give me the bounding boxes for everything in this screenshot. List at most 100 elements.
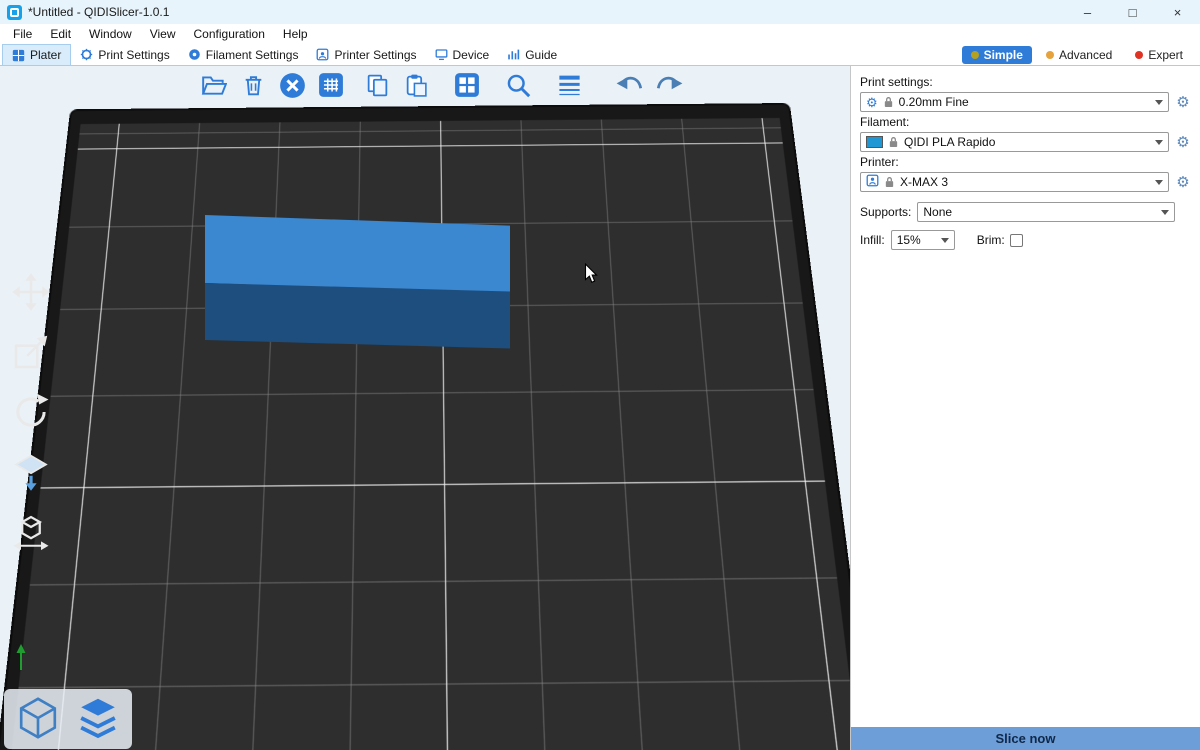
view-switcher [4, 689, 132, 749]
printer-edit-button[interactable]: ⚙ [1175, 175, 1191, 190]
move-tool[interactable] [10, 272, 52, 314]
copy-button[interactable] [361, 69, 393, 101]
scale-tool[interactable] [10, 332, 52, 374]
tab-plater[interactable]: Plater [2, 44, 71, 65]
tab-guide[interactable]: Guide [498, 44, 566, 65]
model-top-face [205, 215, 510, 294]
arrange-button[interactable] [315, 69, 347, 101]
layers-stack-icon [74, 694, 122, 745]
slice-now-button[interactable]: Slice now [851, 727, 1200, 750]
print-settings-combo[interactable]: ⚙ 0.20mm Fine [860, 92, 1169, 112]
supports-combo[interactable]: None [917, 202, 1175, 222]
infill-combo[interactable]: 15% [891, 230, 955, 250]
preset-gear-icon: ⚙ [866, 96, 878, 109]
split-button[interactable] [451, 69, 483, 101]
lock-icon [883, 96, 894, 108]
simple-mode-dot [971, 51, 979, 59]
filament-edit-button[interactable]: ⚙ [1175, 135, 1191, 150]
menu-edit[interactable]: Edit [41, 25, 80, 43]
close-button[interactable]: × [1155, 0, 1200, 24]
lock-icon [884, 176, 895, 188]
view-layers-button[interactable] [72, 693, 124, 745]
filament-combo[interactable]: QIDI PLA Rapido [860, 132, 1169, 152]
brim-checkbox[interactable] [1010, 234, 1023, 247]
tab-label: Guide [525, 48, 557, 62]
menu-window[interactable]: Window [80, 25, 141, 43]
search-button[interactable] [502, 69, 534, 101]
infill-label: Infill: [860, 233, 885, 247]
view-3d-button[interactable] [12, 693, 64, 745]
print-bed [0, 105, 850, 750]
flatten-icon [11, 452, 51, 495]
printer-icon [866, 174, 879, 190]
mode-label: Expert [1148, 48, 1183, 62]
paste-button[interactable] [400, 69, 432, 101]
move-arrows-icon [11, 272, 51, 315]
tab-device[interactable]: Device [426, 44, 499, 65]
menu-view[interactable]: View [141, 25, 185, 43]
brim-label: Brim: [977, 233, 1005, 247]
printer-value: X-MAX 3 [900, 175, 1150, 189]
mode-expert[interactable]: Expert [1126, 46, 1192, 64]
3d-viewport[interactable] [0, 66, 850, 750]
guide-icon [507, 48, 520, 61]
tab-label: Device [453, 48, 490, 62]
menu-help[interactable]: Help [274, 25, 317, 43]
print-settings-edit-button[interactable]: ⚙ [1175, 95, 1191, 110]
model-object[interactable] [205, 215, 510, 340]
printer-combo[interactable]: X-MAX 3 [860, 172, 1169, 192]
expert-mode-dot [1135, 51, 1143, 59]
measure-icon [11, 512, 51, 555]
tab-print-settings[interactable]: Print Settings [71, 44, 178, 65]
place-on-face-tool[interactable] [10, 452, 52, 494]
arrange-grid-icon [318, 72, 344, 98]
model-front-face [205, 283, 510, 349]
delete-button[interactable] [237, 69, 269, 101]
lock-icon [888, 136, 899, 148]
plater-icon [12, 49, 25, 62]
tab-printer-settings[interactable]: Printer Settings [307, 44, 425, 65]
rotate-icon [11, 392, 51, 435]
filament-settings-icon [188, 48, 201, 61]
search-icon [505, 72, 532, 99]
tab-bar: Plater Print Settings Filament Settings … [0, 44, 1200, 66]
filament-label: Filament: [860, 115, 1191, 129]
layer-bars-icon [556, 72, 583, 99]
gizmo-toolbar [10, 272, 52, 554]
device-icon [435, 48, 448, 61]
printer-label: Printer: [860, 155, 1191, 169]
supports-label: Supports: [860, 205, 911, 219]
chevron-down-icon [1161, 210, 1169, 215]
layer-height-button[interactable] [553, 69, 585, 101]
split-squares-icon [454, 72, 480, 98]
import-button[interactable] [198, 69, 230, 101]
title-bar: *Untitled - QIDISlicer-1.0.1 – □ × [0, 0, 1200, 24]
menu-configuration[interactable]: Configuration [185, 25, 274, 43]
mode-advanced[interactable]: Advanced [1037, 46, 1121, 64]
undo-button[interactable] [614, 69, 646, 101]
minimize-button[interactable]: – [1065, 0, 1110, 24]
mode-switcher: Simple Advanced Expert [962, 44, 1200, 65]
chevron-down-icon [1155, 100, 1163, 105]
print-settings-icon [80, 48, 93, 61]
tab-label: Filament Settings [206, 48, 299, 62]
bed-perspective [0, 66, 850, 750]
tab-filament-settings[interactable]: Filament Settings [179, 44, 308, 65]
measure-tool[interactable] [10, 512, 52, 554]
redo-arrow-icon [654, 73, 684, 97]
print-settings-value: 0.20mm Fine [899, 95, 1150, 109]
mode-label: Advanced [1059, 48, 1112, 62]
chevron-down-icon [1155, 140, 1163, 145]
viewport-toolbar [198, 69, 685, 101]
delete-all-button[interactable] [276, 69, 308, 101]
maximize-button[interactable]: □ [1110, 0, 1155, 24]
app-icon [7, 5, 22, 20]
tab-label: Plater [30, 48, 61, 62]
undo-arrow-icon [615, 73, 645, 97]
trash-icon [241, 73, 266, 98]
copy-icon [365, 73, 390, 98]
redo-button[interactable] [653, 69, 685, 101]
mode-simple[interactable]: Simple [962, 46, 1032, 64]
menu-file[interactable]: File [4, 25, 41, 43]
rotate-tool[interactable] [10, 392, 52, 434]
